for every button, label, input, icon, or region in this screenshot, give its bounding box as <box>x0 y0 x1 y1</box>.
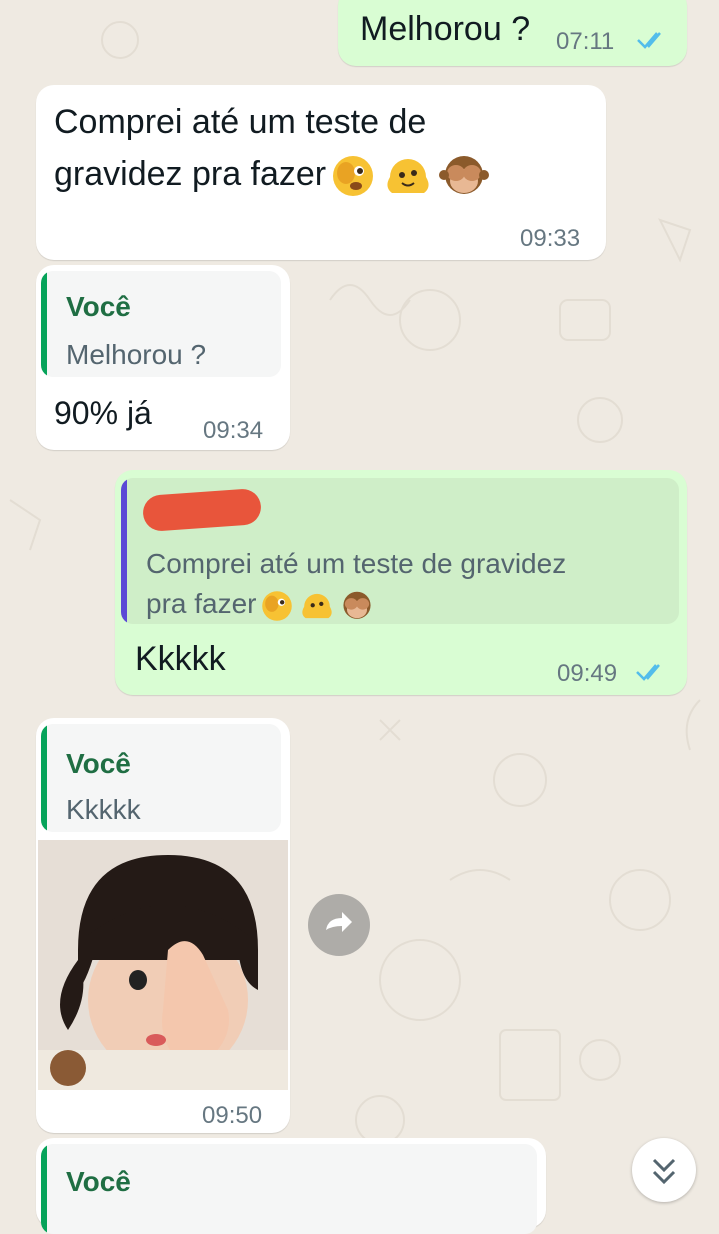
chevron-double-down-icon <box>652 1158 676 1185</box>
message-time: 09:34 <box>203 417 264 444</box>
quote-bar <box>41 1144 47 1234</box>
quote-bar <box>121 478 127 624</box>
quoted-message[interactable]: Você Melhorou ? <box>41 271 281 377</box>
quote-text-line-2: pra fazer <box>146 584 377 624</box>
redacted-author <box>141 487 263 533</box>
message-incoming-reply-2[interactable]: Você <box>36 1138 546 1234</box>
message-text: Comprei até um teste de <box>54 103 427 141</box>
photo-image[interactable] <box>38 840 288 1090</box>
message-incoming-reply-1[interactable]: Você Melhorou ? 90% já 09:34 <box>36 265 290 450</box>
message-text: Melhorou ? <box>360 10 531 48</box>
message-text: Kkkkk <box>135 640 226 678</box>
quote-author: Você <box>66 748 131 779</box>
see-no-evil-monkey-icon <box>342 591 371 619</box>
message-time: 09:33 <box>520 225 581 252</box>
message-incoming-1[interactable]: Comprei até um teste de gravidez pra faz… <box>36 85 606 260</box>
message-incoming-photo[interactable]: Você Kkkkk 09:50 <box>36 718 290 1133</box>
quoted-message[interactable]: Comprei até um teste de gravidez pra faz… <box>121 478 679 624</box>
quote-text: pra fazer <box>146 588 257 619</box>
message-text: gravidez pra fazer <box>54 155 327 193</box>
message-outgoing-1[interactable]: Melhorou ? 07:11 <box>338 0 687 66</box>
quote-bar <box>41 271 47 377</box>
message-outgoing-reply-1[interactable]: Comprei até um teste de gravidez pra faz… <box>115 470 687 695</box>
quote-author: Você <box>66 1166 131 1197</box>
message-time: 09:49 <box>557 660 618 687</box>
quote-text: Melhorou ? <box>66 339 207 370</box>
quote-text: Kkkkk <box>66 794 141 825</box>
double-check-icon <box>637 32 661 49</box>
message-text: 90% já <box>54 395 152 431</box>
face-peeking-eye-icon <box>261 590 292 621</box>
face-peeking-eye-icon <box>333 156 374 197</box>
message-time: 07:11 <box>556 28 615 55</box>
message-text-line-2: gravidez pra fazer <box>54 151 492 199</box>
melting-face-icon <box>387 159 429 194</box>
quote-bar <box>41 724 47 832</box>
forward-button[interactable] <box>308 894 370 956</box>
double-check-icon <box>636 664 660 681</box>
melting-face-icon <box>301 593 332 618</box>
scroll-to-bottom-button[interactable] <box>632 1138 696 1202</box>
see-no-evil-monkey-icon <box>439 156 490 195</box>
forward-icon <box>326 912 352 932</box>
message-time: 09:50 <box>202 1102 263 1129</box>
quote-text: Comprei até um teste de gravidez <box>146 548 567 579</box>
quoted-message[interactable]: Você <box>41 1144 537 1234</box>
quoted-message[interactable]: Você Kkkkk <box>41 724 281 832</box>
quote-author: Você <box>66 291 131 322</box>
